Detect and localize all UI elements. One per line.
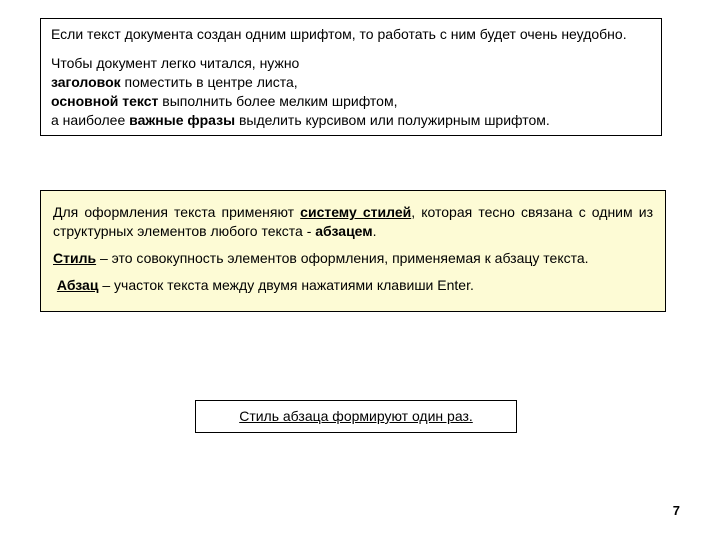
p2-rest4: выделить курсивом или полужирным шрифтом… xyxy=(235,112,550,128)
bottom-note-text: Стиль абзаца формируют один раз. xyxy=(239,408,473,424)
b2-p3-b: – участок текста между двумя нажатиями к… xyxy=(98,277,473,293)
p2-bold-important: важные фразы xyxy=(129,112,235,128)
p2-rest3: выполнить более мелким шрифтом, xyxy=(158,93,397,109)
p2-a4: а наиболее xyxy=(51,112,129,128)
b2-p1-a: Для оформления текста применяют xyxy=(53,204,300,220)
p2-line1: Чтобы документ легко читался, нужно xyxy=(51,55,299,71)
paragraph-def-paragraph: Абзац – участок текста между двумя нажат… xyxy=(53,276,653,295)
p2-bold-body: основной текст xyxy=(51,93,158,109)
p2-bold-heading: заголовок xyxy=(51,74,121,90)
top-info-box: Если текст документа создан одним шрифто… xyxy=(40,18,662,136)
style-def-paragraph: Стиль – это совокупность элементов оформ… xyxy=(53,249,653,268)
page-number: 7 xyxy=(673,503,680,518)
styles-definition-box: Для оформления текста применяют систему … xyxy=(40,190,666,312)
b2-p2-a: Стиль xyxy=(53,250,96,266)
p2-rest2: поместить в центре листа, xyxy=(121,74,298,90)
b2-p1-e: . xyxy=(373,223,377,239)
bottom-note-box: Стиль абзаца формируют один раз. xyxy=(195,400,517,433)
paragraph-1: Если текст документа создан одним шрифто… xyxy=(51,25,651,44)
b2-p2-b: – это совокупность элементов оформления,… xyxy=(96,250,588,266)
b2-p1-b: систему стилей xyxy=(300,204,411,220)
paragraph-2: Чтобы документ легко читался, нужно заго… xyxy=(51,54,651,130)
styles-system-paragraph: Для оформления текста применяют систему … xyxy=(53,203,653,241)
b2-p3-a: Абзац xyxy=(57,277,99,293)
b2-p1-d: абзацем xyxy=(315,223,372,239)
